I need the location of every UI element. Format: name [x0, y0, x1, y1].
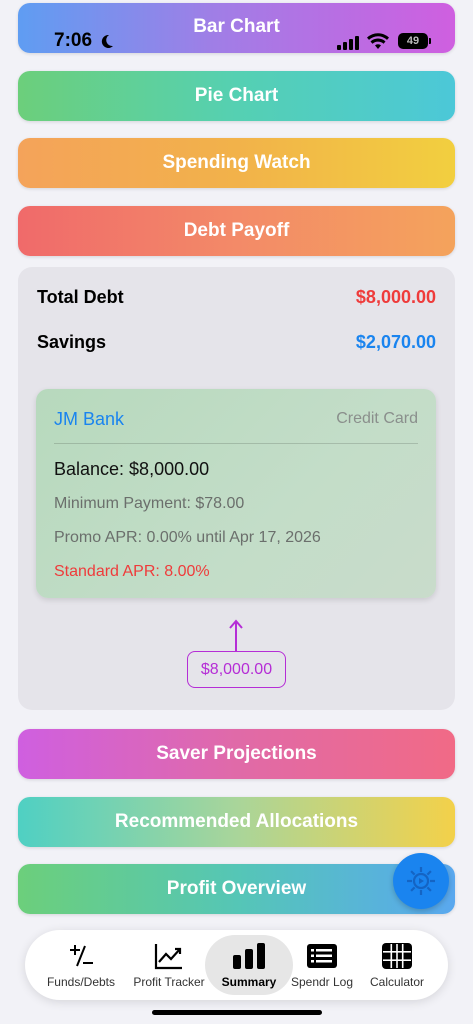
tab-label: Profit Tracker: [133, 975, 205, 989]
debt-payoff-panel: Total Debt $8,000.00 Savings $2,070.00 J…: [18, 267, 455, 710]
payoff-amount-label: $8,000.00: [187, 651, 286, 688]
spending-watch-label: Spending Watch: [162, 152, 311, 173]
tab-label: Spendr Log: [290, 975, 354, 989]
card-minimum-payment: Minimum Payment: $78.00: [54, 495, 245, 512]
bar-chart-icon: [232, 942, 266, 970]
card-promo-apr: Promo APR: 0.00% until Apr 17, 2026: [54, 529, 321, 546]
total-debt-value: $8,000.00: [355, 287, 436, 307]
tab-label: Summary: [221, 975, 277, 989]
recommended-allocations-label: Recommended Allocations: [114, 811, 359, 832]
bar-chart-button[interactable]: Bar Chart: [18, 3, 455, 53]
tab-label: Funds/Debts: [46, 975, 116, 989]
debt-payoff-button[interactable]: Debt Payoff: [18, 206, 455, 256]
debt-card[interactable]: JM Bank Credit Card Balance: $8,000.00 M…: [36, 389, 436, 598]
trend-chart-icon: [154, 942, 184, 970]
home-indicator: [152, 1010, 322, 1015]
tab-profit-tracker[interactable]: Profit Tracker: [127, 930, 211, 1000]
card-standard-apr: Standard APR: 8.00%: [54, 563, 210, 580]
card-balance: Balance: $8,000.00: [54, 459, 210, 479]
tab-label: Calculator: [369, 975, 425, 989]
grid-icon: [382, 942, 412, 970]
bar-chart-label: Bar Chart: [193, 15, 280, 37]
profit-overview-button[interactable]: Profit Overview: [18, 864, 455, 914]
saver-projections-button[interactable]: Saver Projections: [18, 729, 455, 779]
tab-calculator[interactable]: Calculator: [355, 930, 439, 1000]
debt-payoff-label: Debt Payoff: [183, 220, 290, 241]
profit-overview-label: Profit Overview: [166, 878, 307, 899]
card-divider: [54, 443, 418, 444]
list-icon: [306, 942, 338, 970]
pie-chart-button[interactable]: Pie Chart: [18, 71, 455, 121]
tab-bar: Funds/Debts Profit Tracker Summary Spend…: [25, 930, 448, 1000]
recommended-allocations-button[interactable]: Recommended Allocations: [18, 797, 455, 847]
pie-chart-label: Pie Chart: [194, 85, 279, 106]
saver-projections-label: Saver Projections: [156, 743, 317, 764]
card-type: Credit Card: [336, 410, 418, 427]
settings-fab-button[interactable]: [393, 853, 449, 909]
savings-label: Savings: [37, 332, 107, 352]
savings-value: $2,070.00: [355, 332, 436, 352]
gear-icon: [407, 867, 435, 895]
total-debt-label: Total Debt: [37, 287, 124, 307]
tab-spendr-log[interactable]: Spendr Log: [280, 930, 364, 1000]
tab-funds-debts[interactable]: Funds/Debts: [39, 930, 123, 1000]
arrow-up-icon: [229, 619, 243, 652]
spending-watch-button[interactable]: Spending Watch: [18, 138, 455, 188]
plus-minus-icon: [67, 942, 95, 970]
bank-name: JM Bank: [54, 409, 125, 429]
